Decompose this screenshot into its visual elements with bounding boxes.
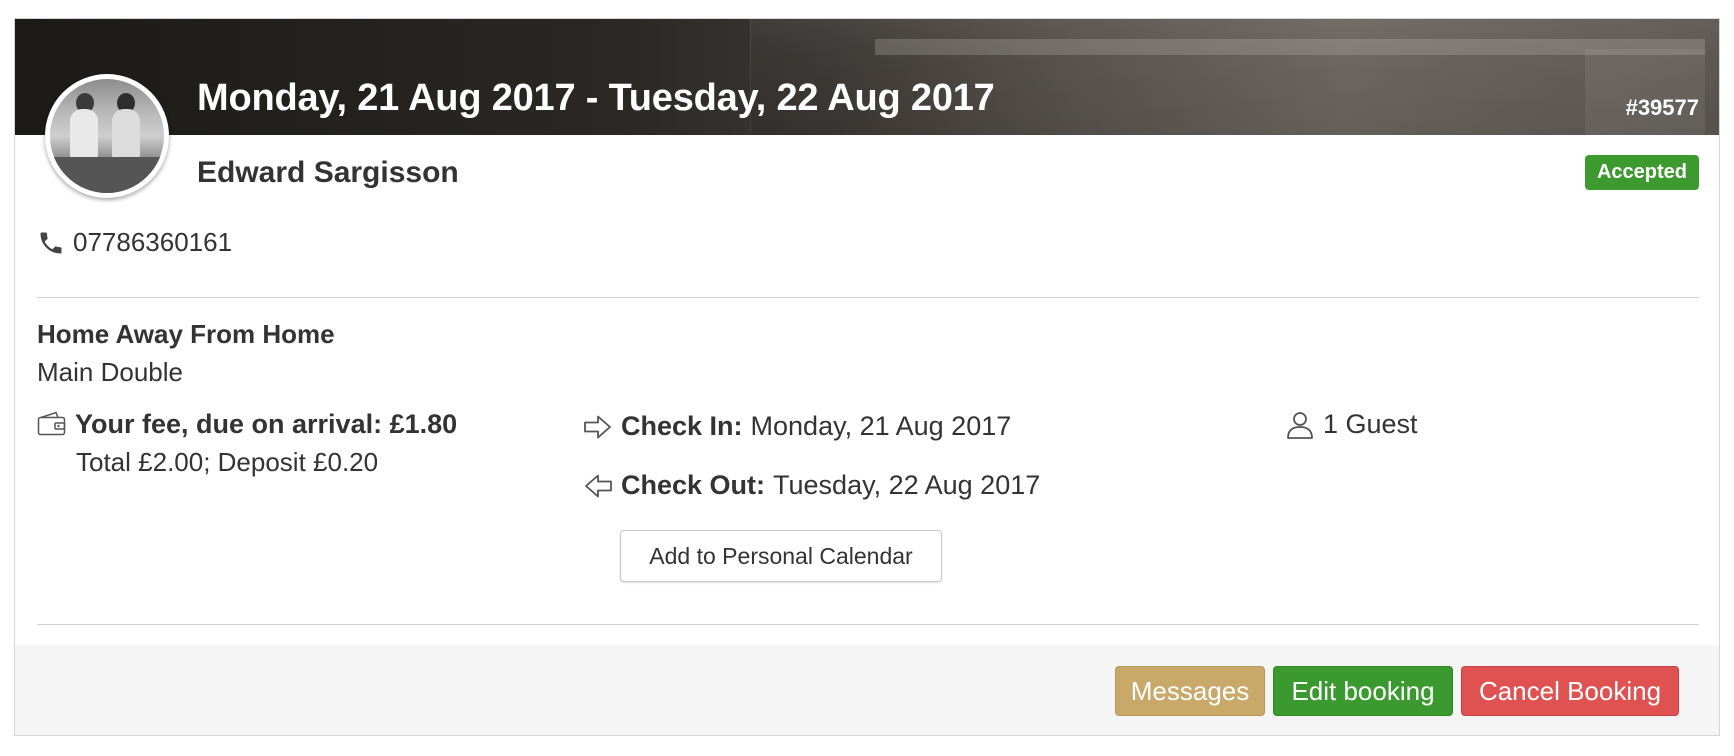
- check-out-row: Check Out: Tuesday, 22 Aug 2017: [583, 470, 1040, 501]
- user-icon: [1287, 411, 1313, 439]
- check-in-row: Check In: Monday, 21 Aug 2017: [583, 411, 1011, 442]
- booking-card: Monday, 21 Aug 2017 - Tuesday, 22 Aug 20…: [14, 18, 1720, 736]
- guest-name: Edward Sargisson: [197, 156, 459, 189]
- arrow-right-icon: [584, 415, 611, 438]
- add-to-calendar-button[interactable]: Add to Personal Calendar: [620, 530, 942, 582]
- guest-count-row: 1 Guest: [1285, 409, 1418, 440]
- fee-due: Your fee, due on arrival: £1.80: [75, 409, 458, 439]
- room-name: Main Double: [37, 357, 183, 387]
- check-in-label: Check In:: [621, 411, 743, 441]
- guest-count: 1 Guest: [1323, 409, 1418, 439]
- phone-row: 07786360161: [37, 227, 232, 258]
- edit-booking-button[interactable]: Edit booking: [1273, 666, 1453, 716]
- property-name: Home Away From Home: [37, 319, 335, 349]
- booking-dates: Monday, 21 Aug 2017 - Tuesday, 22 Aug 20…: [197, 77, 995, 119]
- header-banner: Monday, 21 Aug 2017 - Tuesday, 22 Aug 20…: [15, 19, 1719, 135]
- booking-id: #39577: [1625, 95, 1699, 120]
- divider: [37, 297, 1699, 298]
- check-out-label: Check Out:: [621, 470, 766, 500]
- cancel-booking-button[interactable]: Cancel Booking: [1461, 666, 1679, 716]
- messages-button[interactable]: Messages: [1115, 666, 1265, 716]
- check-out-date: Tuesday, 22 Aug 2017: [773, 470, 1041, 500]
- avatar: [45, 74, 169, 198]
- avatar-image: [50, 79, 164, 193]
- check-in-date: Monday, 21 Aug 2017: [750, 411, 1012, 441]
- phone-number[interactable]: 07786360161: [73, 227, 232, 258]
- fee-detail: Total £2.00; Deposit £0.20: [76, 447, 379, 477]
- fee-row: Your fee, due on arrival: £1.80: [37, 409, 457, 440]
- wallet-icon: [37, 411, 66, 436]
- arrow-left-icon: [585, 474, 612, 497]
- phone-icon: [40, 232, 62, 253]
- status-badge: Accepted: [1584, 155, 1699, 190]
- divider: [37, 624, 1699, 625]
